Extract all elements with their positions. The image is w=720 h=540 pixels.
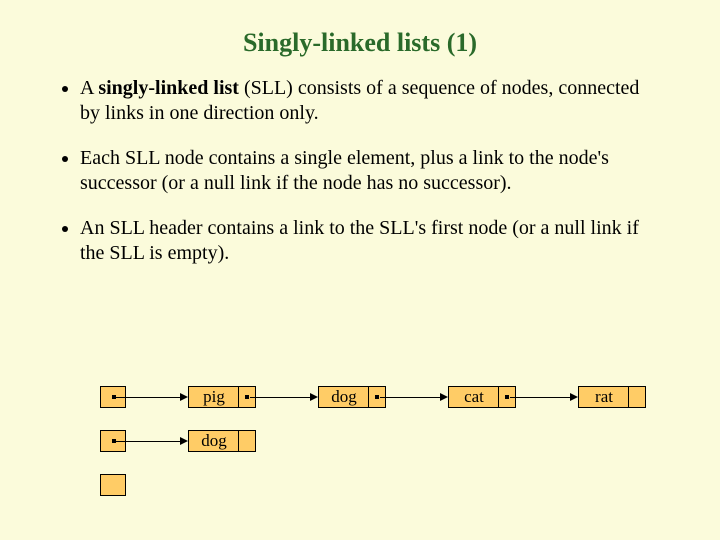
link-arrow: [250, 397, 310, 398]
node-label: dog: [319, 387, 369, 407]
bullet-list: A singly-linked list (SLL) consists of a…: [0, 76, 720, 266]
arrow-head-icon: [180, 393, 188, 401]
link-dot: [505, 395, 509, 399]
link-arrow: [115, 441, 180, 442]
sll-node: cat: [448, 386, 516, 408]
slide-title: Singly-linked lists (1): [0, 0, 720, 76]
link-dot: [245, 395, 249, 399]
node-separator: [498, 387, 499, 407]
bullet-2: Each SLL node contains a single element,…: [80, 146, 660, 196]
sll-node: rat: [578, 386, 646, 408]
sll-node: dog: [318, 386, 386, 408]
node-separator: [368, 387, 369, 407]
node-label: pig: [189, 387, 239, 407]
arrow-head-icon: [440, 393, 448, 401]
bullet-1-term: singly-linked list: [98, 77, 239, 99]
link-arrow: [115, 397, 180, 398]
node-label: cat: [449, 387, 499, 407]
sll-header-empty: [100, 474, 126, 496]
arrow-head-icon: [570, 393, 578, 401]
node-label: rat: [579, 387, 629, 407]
node-separator: [238, 431, 239, 451]
bullet-1: A singly-linked list (SLL) consists of a…: [80, 76, 660, 126]
node-separator: [238, 387, 239, 407]
link-arrow: [510, 397, 570, 398]
sll-node: pig: [188, 386, 256, 408]
bullet-3: An SLL header contains a link to the SLL…: [80, 216, 660, 266]
sll-node: dog: [188, 430, 256, 452]
arrow-head-icon: [310, 393, 318, 401]
link-dot: [375, 395, 379, 399]
node-label: dog: [189, 431, 239, 451]
arrow-head-icon: [180, 437, 188, 445]
bullet-1-pre: A: [80, 77, 98, 99]
link-arrow: [380, 397, 440, 398]
node-separator: [628, 387, 629, 407]
